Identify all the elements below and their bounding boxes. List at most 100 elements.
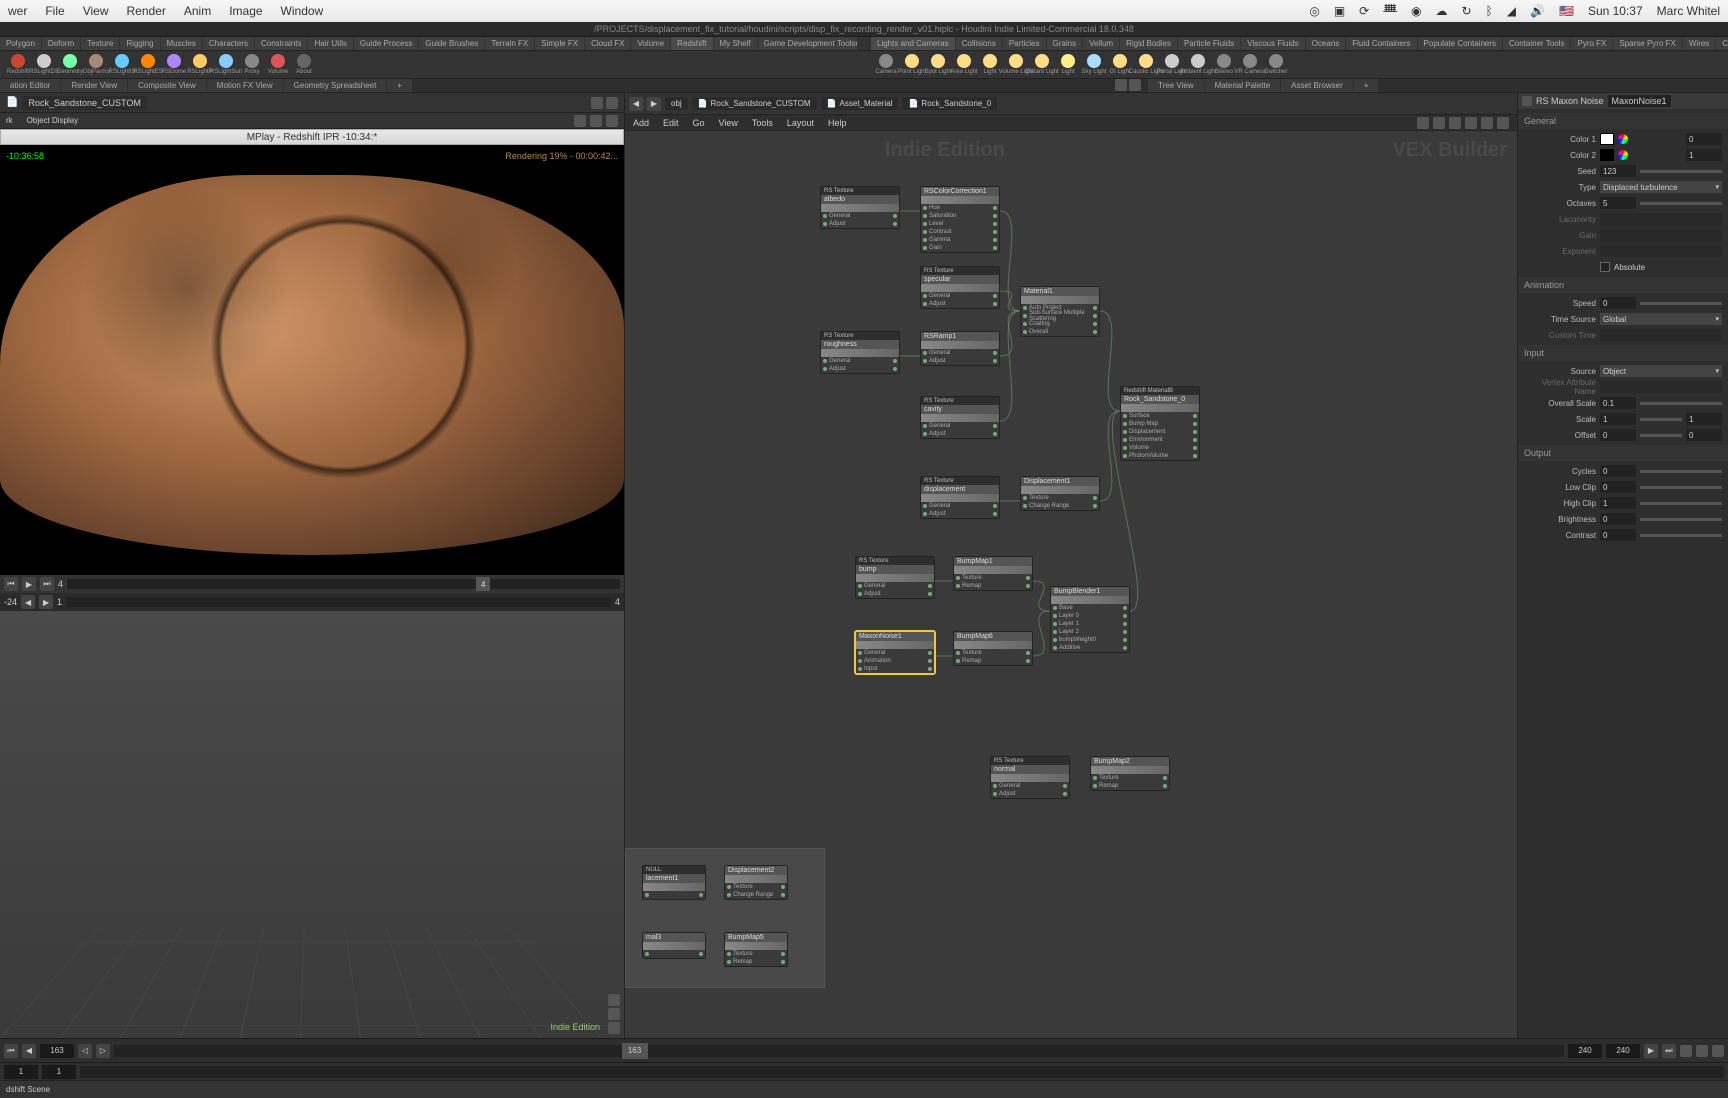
- param-section-header[interactable]: Output: [1518, 445, 1728, 461]
- node-maxon[interactable]: MaxonNoise1GeneralAnimationInput: [855, 631, 935, 674]
- node-disp2[interactable]: Displacement2TextureChange Range: [724, 865, 788, 900]
- range-track[interactable]: [80, 1066, 1724, 1078]
- param-slider[interactable]: [1640, 434, 1682, 437]
- menu-window[interactable]: Window: [281, 4, 324, 18]
- pane-tab[interactable]: Render View: [61, 79, 127, 92]
- node-roughness[interactable]: RS TextureroughnessGeneralAdjust: [820, 331, 900, 374]
- pane-tab[interactable]: Asset Browser: [1281, 79, 1353, 92]
- net-menu-add[interactable]: Add: [633, 118, 649, 128]
- search-icon[interactable]: [574, 115, 586, 127]
- frame-marker[interactable]: 4: [476, 577, 490, 591]
- menu-view[interactable]: View: [83, 4, 109, 18]
- shelf-tab[interactable]: My Shelf: [714, 37, 757, 50]
- wifi-icon[interactable]: ◢: [1507, 4, 1516, 18]
- net-icon[interactable]: [1417, 117, 1429, 129]
- tl-opt-icon[interactable]: [1680, 1045, 1692, 1057]
- shelf-tool[interactable]: ObjParms: [84, 53, 108, 77]
- param-value[interactable]: 123: [1600, 165, 1636, 177]
- viewport-snap-icon[interactable]: [608, 1022, 620, 1034]
- shelf-tab[interactable]: Pyro FX: [1571, 37, 1612, 50]
- param-value[interactable]: 0: [1686, 133, 1722, 145]
- menu-file[interactable]: File: [45, 4, 64, 18]
- shelf-tool[interactable]: Sky Light: [1082, 53, 1106, 77]
- shelf-tab[interactable]: Constraints: [255, 37, 307, 50]
- shelf-tab[interactable]: Muscles: [161, 37, 202, 50]
- param-dropdown[interactable]: Displaced turbulence: [1600, 181, 1722, 193]
- shelf-tab[interactable]: Deform: [42, 37, 80, 50]
- shelf-tab[interactable]: Viscous Fluids: [1241, 37, 1304, 50]
- param-value[interactable]: 0.1: [1600, 397, 1636, 409]
- tl-step-back[interactable]: ◁: [78, 1044, 92, 1058]
- node-displacement[interactable]: RS TexturedisplacementGeneralAdjust: [920, 476, 1000, 519]
- shelf-tab[interactable]: Texture: [81, 37, 119, 50]
- shelf-tool[interactable]: RSLightSun: [214, 53, 238, 77]
- statusbar-icon[interactable]: ↻: [1462, 4, 1472, 18]
- param-value[interactable]: 0: [1600, 481, 1636, 493]
- net-icon[interactable]: [1449, 117, 1461, 129]
- tl-opt-icon[interactable]: [1712, 1045, 1724, 1057]
- node-specular[interactable]: RS TexturespecularGeneralAdjust: [920, 266, 1000, 309]
- shelf-tool[interactable]: Light: [1056, 53, 1080, 77]
- param-slider[interactable]: [1640, 470, 1722, 473]
- net-menu-view[interactable]: View: [719, 118, 738, 128]
- node-bm1[interactable]: BumpMap1TextureRemap: [953, 556, 1033, 591]
- shelf-tab[interactable]: Crowds: [1716, 37, 1728, 50]
- nav-fwd-button[interactable]: ▶: [647, 97, 661, 111]
- param-slider[interactable]: [1640, 502, 1722, 505]
- param-value[interactable]: 0: [1600, 429, 1636, 441]
- menu-icon[interactable]: [606, 115, 618, 127]
- scene-viewport[interactable]: Indie Edition: [0, 611, 624, 1038]
- param-section-header[interactable]: Input: [1518, 345, 1728, 361]
- shelf-tab[interactable]: Guide Brushes: [419, 37, 484, 50]
- color-swatch[interactable]: [1600, 133, 1614, 145]
- pane-icon[interactable]: [1129, 79, 1141, 91]
- range-end-field[interactable]: 240: [1606, 1044, 1640, 1058]
- shelf-tab[interactable]: Populate Containers: [1418, 37, 1503, 50]
- param-value[interactable]: 0: [1600, 529, 1636, 541]
- node-bm2[interactable]: BumpMap2TextureRemap: [1090, 756, 1170, 791]
- pane-tab[interactable]: Tree View: [1148, 79, 1204, 92]
- shelf-tab[interactable]: Collisions: [956, 37, 1002, 50]
- shelf-tab[interactable]: Terrain FX: [485, 37, 534, 50]
- node-bm5[interactable]: BumpMap5TextureRemap: [724, 932, 788, 967]
- tl-opt-icon[interactable]: [1696, 1045, 1708, 1057]
- network-editor[interactable]: Indie Edition VEX Builder NULLlacement1D…: [625, 131, 1517, 1038]
- net-menu-layout[interactable]: Layout: [787, 118, 814, 128]
- bluetooth-icon[interactable]: ᛒ: [1486, 4, 1493, 18]
- shelf-tab[interactable]: Hair Utils: [308, 37, 352, 50]
- path-obj[interactable]: obj: [665, 97, 688, 110]
- path-material[interactable]: 📄 Asset_Material: [821, 97, 899, 110]
- param-value[interactable]: [1600, 329, 1722, 341]
- range-out-button[interactable]: ▶: [39, 595, 53, 609]
- param-value2[interactable]: 1: [1686, 413, 1722, 425]
- statusbar-icon[interactable]: ◉: [1411, 4, 1421, 18]
- param-value[interactable]: [1600, 213, 1722, 225]
- shelf-tool[interactable]: VR Camera: [1238, 53, 1262, 77]
- flag-icon[interactable]: 🇺🇸: [1559, 4, 1574, 18]
- shelf-tab[interactable]: Rigging: [120, 37, 159, 50]
- shelf-tab[interactable]: Cloud FX: [585, 37, 630, 50]
- node-cc[interactable]: RSColorCorrection1HueSaturationLevelCont…: [920, 186, 1000, 253]
- param-value2[interactable]: 0: [1686, 429, 1722, 441]
- net-menu-go[interactable]: Go: [693, 118, 705, 128]
- current-frame-field[interactable]: 163: [40, 1044, 74, 1058]
- end-frame-field[interactable]: 240: [1568, 1044, 1602, 1058]
- shelf-tab[interactable]: Oceans: [1306, 37, 1346, 50]
- shelf-tab[interactable]: Characters: [203, 37, 254, 50]
- param-slider[interactable]: [1640, 486, 1722, 489]
- node-rockout[interactable]: Redshift MaterialBRock_Sandstone_0Surfac…: [1120, 386, 1200, 461]
- node-bb1[interactable]: BumpBlender1BaseLayer 0Layer 1Layer 2bum…: [1050, 586, 1130, 653]
- param-value[interactable]: 1: [1600, 413, 1636, 425]
- tl-last-button[interactable]: ⏭: [1662, 1044, 1676, 1058]
- menu-render[interactable]: Render: [126, 4, 165, 18]
- shelf-tab[interactable]: Lights and Cameras: [871, 37, 955, 50]
- statusbar-icon[interactable]: ᚙ: [1383, 4, 1397, 18]
- node-bm6[interactable]: BumpMap6TextureRemap: [953, 631, 1033, 666]
- node-mal3[interactable]: mal3: [642, 932, 706, 959]
- color-picker-icon[interactable]: [1618, 134, 1628, 144]
- shelf-tab[interactable]: Rigid Bodies: [1120, 37, 1177, 50]
- param-slider[interactable]: [1640, 534, 1722, 537]
- color-picker-icon[interactable]: [1618, 150, 1628, 160]
- net-icon[interactable]: [1497, 117, 1509, 129]
- tab-network[interactable]: rk: [6, 116, 13, 125]
